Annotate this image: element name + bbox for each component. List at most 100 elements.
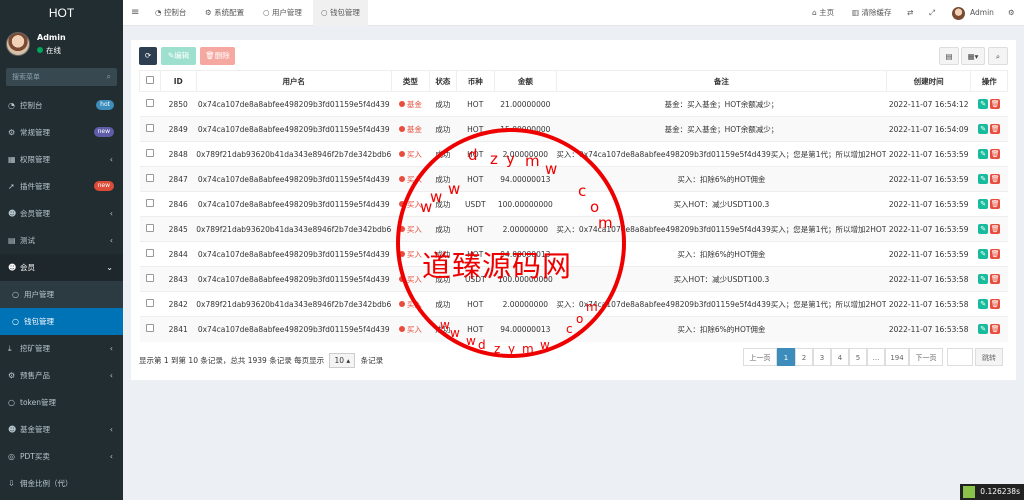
clear-cache-button[interactable]: ▥ 清除缓存 [852, 0, 891, 26]
settings-icon[interactable]: ⚙ [1008, 0, 1015, 26]
edit-row-icon[interactable]: ✎ [978, 324, 989, 335]
sidebar-item-plugin[interactable]: ➚ 插件管理 new [0, 173, 123, 200]
page-button[interactable]: 2 [795, 348, 813, 366]
grid-view-icon[interactable]: ▦▾ [961, 47, 985, 65]
delete-row-icon[interactable]: 🗑 [990, 299, 1001, 309]
tab-wallet-manage[interactable]: ○ 钱包管理 [313, 0, 368, 26]
table-row[interactable]: 2847 0x74ca107de8a8abfee498209b3fd01159e5… [139, 166, 1008, 192]
page-button[interactable]: 3 [813, 348, 831, 366]
home-link[interactable]: ⌂ 主页 [812, 0, 834, 26]
page-button[interactable]: ... [867, 348, 885, 366]
page-button[interactable]: 194 [885, 348, 909, 366]
sidebar-item-presale[interactable]: ⚙ 预售产品 ‹ [0, 362, 123, 389]
delete-row-icon[interactable]: 🗑 [990, 224, 1001, 234]
sidebar-search-input[interactable]: 搜索菜单 ⌕ [6, 68, 117, 86]
edit-row-icon[interactable]: ✎ [978, 249, 989, 259]
col-id[interactable]: ID [159, 70, 197, 92]
jump-page-input[interactable] [947, 348, 973, 366]
sidebar-item-commission[interactable]: ⇩ 佣金比例（代） [0, 470, 123, 497]
topbar-username[interactable]: Admin [970, 0, 994, 26]
edit-row-icon[interactable]: ✎ [978, 299, 989, 309]
col-currency[interactable]: 币种 [455, 70, 495, 92]
table-row[interactable]: 2841 0x74ca107de8a8abfee498209b3fd01159e5… [139, 316, 1008, 342]
edit-row-icon[interactable]: ✎ [978, 224, 989, 234]
fullscreen-icon[interactable]: ⤢ [929, 0, 935, 26]
sidebar-item-member-admin[interactable]: ☻ 会员管理 ‹ [0, 200, 123, 227]
col-username[interactable]: 用户名 [195, 70, 392, 92]
delete-row-icon[interactable]: 🗑 [990, 149, 1001, 159]
row-checkbox[interactable] [139, 266, 161, 292]
cell-type: 基金 [391, 116, 430, 142]
edit-row-icon[interactable]: ✎ [978, 124, 989, 134]
edit-row-icon[interactable]: ✎ [978, 99, 989, 109]
next-page-button[interactable]: 下一页 [909, 348, 943, 366]
cell-actions: ✎ 🗑 [970, 91, 1008, 117]
cell-remark: 买入：扣除6%的HOT佣金 [556, 241, 887, 267]
col-type[interactable]: 类型 [390, 70, 431, 92]
row-checkbox[interactable] [139, 91, 161, 117]
sidebar-item-wallet-manage[interactable]: ○ 钱包管理 [0, 308, 123, 335]
row-checkbox[interactable] [139, 191, 161, 217]
col-created[interactable]: 创建时间 [885, 70, 972, 92]
table-row[interactable]: 2846 0x74ca107de8a8abfee498209b3fd01159e5… [139, 191, 1008, 217]
edit-row-icon[interactable]: ✎ [978, 174, 989, 184]
col-status[interactable]: 状态 [429, 70, 457, 92]
delete-row-icon[interactable]: 🗑 [990, 274, 1001, 284]
col-amount[interactable]: 金额 [493, 70, 557, 92]
delete-row-icon[interactable]: 🗑 [990, 124, 1001, 134]
delete-row-icon[interactable]: 🗑 [990, 199, 1001, 209]
select-all-checkbox[interactable] [139, 70, 161, 92]
page-button[interactable]: 1 [777, 348, 795, 366]
delete-row-icon[interactable]: 🗑 [990, 249, 1001, 259]
edit-row-icon[interactable]: ✎ [978, 199, 989, 209]
translate-icon[interactable]: ⇄ [907, 0, 913, 26]
edit-row-icon[interactable]: ✎ [978, 274, 989, 284]
tab-system-config[interactable]: ⚙ 系统配置 [205, 0, 244, 26]
sidebar-item-dashboard[interactable]: ◔ 控制台 hot [0, 92, 123, 119]
col-remark[interactable]: 备注 [555, 70, 887, 92]
sidebar-item-mining[interactable]: ⤓ 挖矿管理 ‹ [0, 335, 123, 362]
delete-row-icon[interactable]: 🗑 [990, 174, 1001, 184]
edit-button[interactable]: ✎编辑 [161, 47, 196, 65]
row-checkbox[interactable] [139, 141, 161, 167]
row-checkbox[interactable] [139, 291, 161, 317]
delete-row-icon[interactable]: 🗑 [990, 324, 1001, 335]
table-row[interactable]: 2842 0x789f21dab93620b41da343e8946f2b7de3… [139, 291, 1008, 317]
edit-row-icon[interactable]: ✎ [978, 149, 989, 159]
tab-dashboard[interactable]: ◔ 控制台 [155, 0, 186, 26]
columns-icon[interactable]: ▤ [939, 47, 959, 65]
jump-button[interactable]: 跳转 [975, 348, 1003, 366]
sidebar-item-pdt-trade[interactable]: ◎ PDT买卖 ‹ [0, 443, 123, 470]
sidebar-item-user-manage[interactable]: ○ 用户管理 [0, 281, 123, 308]
refresh-button[interactable]: ⟳ [139, 47, 157, 65]
table-row[interactable]: 2845 0x789f21dab93620b41da343e8946f2b7de3… [139, 216, 1008, 242]
sidebar-item-permission[interactable]: ▦ 权限管理 ‹ [0, 146, 123, 173]
row-checkbox[interactable] [139, 241, 161, 267]
sidebar-item-fund[interactable]: ☻ 基金管理 ‹ [0, 416, 123, 443]
row-checkbox[interactable] [139, 116, 161, 142]
sidebar-item-token[interactable]: ○ token管理 [0, 389, 123, 416]
menu-toggle-icon[interactable]: ≡ [131, 0, 139, 26]
page-size-select[interactable]: 10 ▴ [329, 353, 356, 368]
table-row[interactable]: 2848 0x789f21dab93620b41da343e8946f2b7de3… [139, 141, 1008, 167]
table-row[interactable]: 2849 0x74ca107de8a8abfee498209b3fd01159e5… [139, 116, 1008, 142]
page-button[interactable]: 5 [849, 348, 867, 366]
row-checkbox[interactable] [139, 166, 161, 192]
row-checkbox[interactable] [139, 216, 161, 242]
sidebar-item-general[interactable]: ⚙ 常规管理 new [0, 119, 123, 146]
search-icon[interactable]: ⌕ [988, 47, 1008, 65]
page-button[interactable]: 4 [831, 348, 849, 366]
sidebar-item-member[interactable]: ☻ 会员 ⌄ [0, 254, 123, 281]
sidebar-item-test[interactable]: ▤ 测试 ‹ [0, 227, 123, 254]
row-checkbox[interactable] [139, 316, 161, 342]
prev-page-button[interactable]: 上一页 [743, 348, 777, 366]
app-logo[interactable]: HOT [0, 0, 123, 26]
delete-row-icon[interactable]: 🗑 [990, 99, 1001, 109]
search-icon[interactable]: ⌕ [107, 68, 111, 86]
table-row[interactable]: 2844 0x74ca107de8a8abfee498209b3fd01159e5… [139, 241, 1008, 267]
topbar-avatar[interactable] [952, 7, 965, 20]
tab-user-manage[interactable]: ○ 用户管理 [263, 0, 302, 26]
delete-button[interactable]: 🗑删除 [200, 47, 235, 65]
table-row[interactable]: 2850 0x74ca107de8a8abfee498209b3fd01159e5… [139, 91, 1008, 117]
table-row[interactable]: 2843 0x74ca107de8a8abfee498209b3fd01159e5… [139, 266, 1008, 292]
